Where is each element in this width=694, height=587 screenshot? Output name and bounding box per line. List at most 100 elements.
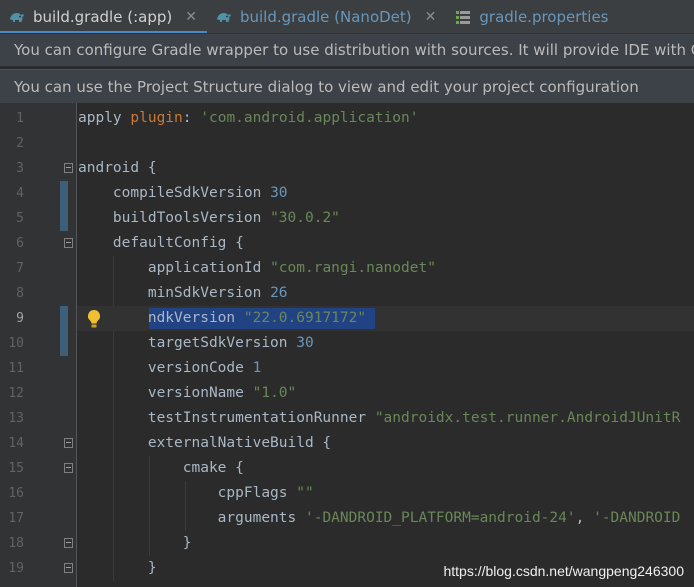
- code-token: compileSdkVersion: [78, 185, 271, 201]
- code-text[interactable]: buildToolsVersion "30.0.2": [78, 206, 340, 231]
- code-token: ,: [575, 510, 594, 526]
- code-line[interactable]: 16 cppFlags "": [0, 481, 694, 506]
- code-token: cmake {: [78, 460, 244, 476]
- code-token: apply: [78, 110, 131, 126]
- line-number: 2: [16, 136, 24, 151]
- line-number: 10: [8, 336, 24, 351]
- line-number: 5: [16, 211, 24, 226]
- tab-label: build.gradle (:app): [33, 7, 173, 26]
- code-token: targetSdkVersion: [78, 335, 297, 351]
- gradle-wrapper-notification: You can configure Gradle wrapper to use …: [0, 34, 694, 67]
- code-token: cppFlags: [78, 485, 297, 501]
- code-text[interactable]: defaultConfig {: [78, 231, 244, 256]
- code-token: externalNativeBuild {: [78, 435, 332, 451]
- code-token: minSdkVersion: [78, 285, 271, 301]
- code-line[interactable]: 1 apply plugin: 'com.android.application': [0, 106, 694, 131]
- code-line[interactable]: 6 defaultConfig {: [0, 231, 694, 256]
- code-token: }: [78, 535, 192, 551]
- code-text[interactable]: externalNativeBuild {: [78, 431, 331, 456]
- line-number: 14: [8, 436, 24, 451]
- tab-label: gradle.properties: [479, 7, 609, 26]
- line-number: 9: [16, 311, 24, 326]
- gradle-elephant-icon: [216, 12, 231, 22]
- code-text[interactable]: testInstrumentationRunner "androidx.test…: [78, 406, 681, 431]
- code-line[interactable]: 9 ndkVersion "22.0.6917172": [0, 306, 694, 331]
- code-text[interactable]: apply plugin: 'com.android.application': [78, 106, 419, 131]
- code-line[interactable]: 13 testInstrumentationRunner "androidx.t…: [0, 406, 694, 431]
- notification-text: You can configure Gradle wrapper to use …: [14, 41, 694, 59]
- code-text[interactable]: }: [78, 531, 192, 556]
- code-text[interactable]: }: [78, 556, 157, 581]
- tab-gradle-properties[interactable]: gradle.properties: [446, 0, 618, 33]
- code-token: "30.0.2": [270, 210, 340, 226]
- properties-file-icon: [456, 10, 471, 24]
- code-line[interactable]: 7 applicationId "com.rangi.nanodet": [0, 256, 694, 281]
- code-text[interactable]: arguments '-DANDROID_PLATFORM=android-24…: [78, 506, 681, 531]
- code-token: versionCode: [78, 360, 253, 376]
- fold-marker-icon[interactable]: [64, 163, 73, 173]
- fold-marker-icon[interactable]: [64, 463, 73, 473]
- code-text[interactable]: versionName "1.0": [78, 381, 296, 406]
- code-text[interactable]: ndkVersion "22.0.6917172": [78, 306, 366, 331]
- code-text[interactable]: minSdkVersion 26: [78, 281, 288, 306]
- code-token: 1: [252, 360, 262, 376]
- code-line[interactable]: 15 cmake {: [0, 456, 694, 481]
- code-line[interactable]: 17 arguments '-DANDROID_PLATFORM=android…: [0, 506, 694, 531]
- code-token: 30: [270, 185, 288, 201]
- line-number: 7: [16, 261, 24, 276]
- line-number: 6: [16, 236, 24, 251]
- code-token: "": [296, 485, 314, 501]
- code-line[interactable]: 5 buildToolsVersion "30.0.2": [0, 206, 694, 231]
- code-text[interactable]: compileSdkVersion 30: [78, 181, 288, 206]
- code-token: plugin: [130, 110, 183, 126]
- code-line[interactable]: 18 }: [0, 531, 694, 556]
- fold-marker-icon[interactable]: [64, 538, 73, 548]
- code-token: "com.rangi.nanodet": [270, 260, 436, 276]
- code-token: 'com.android.application': [200, 110, 419, 126]
- code-token: }: [78, 560, 157, 576]
- line-number: 4: [16, 186, 24, 201]
- line-number: 11: [8, 361, 24, 376]
- close-icon[interactable]: ✕: [185, 9, 197, 25]
- line-number: 1: [16, 111, 24, 126]
- gradle-elephant-icon: [10, 12, 24, 22]
- code-text[interactable]: versionCode 1: [78, 356, 262, 381]
- code-text[interactable]: targetSdkVersion 30: [78, 331, 314, 356]
- code-token: android {: [78, 160, 157, 176]
- code-line[interactable]: 14 externalNativeBuild {: [0, 431, 694, 456]
- code-line[interactable]: 3 android {: [0, 156, 694, 181]
- fold-marker-icon[interactable]: [64, 238, 73, 248]
- editor-tab-bar: build.gradle (:app) ✕ build.gradle (Nano…: [0, 0, 694, 34]
- code-editor[interactable]: 1 apply plugin: 'com.android.application'…: [0, 103, 694, 587]
- fold-marker-icon[interactable]: [64, 438, 73, 448]
- code-token: 26: [270, 285, 288, 301]
- code-text[interactable]: cppFlags "": [78, 481, 314, 506]
- code-line[interactable]: 4 compileSdkVersion 30: [0, 181, 694, 206]
- code-line[interactable]: 2: [0, 131, 694, 156]
- tab-build-gradle-nanodet[interactable]: build.gradle (NanoDet) ✕: [207, 0, 446, 33]
- code-text[interactable]: android {: [78, 156, 157, 181]
- code-line[interactable]: 12 versionName "1.0": [0, 381, 694, 406]
- code-line[interactable]: 11 versionCode 1: [0, 356, 694, 381]
- line-number: 18: [8, 536, 24, 551]
- code-token: "androidx.test.runner.AndroidJUnitR: [374, 410, 681, 426]
- watermark-text: https://blog.csdn.net/wangpeng246300: [443, 563, 684, 579]
- line-number: 3: [16, 161, 24, 176]
- code-token: "22.0.6917172": [243, 310, 367, 326]
- code-text[interactable]: cmake {: [78, 456, 244, 481]
- close-icon[interactable]: ✕: [425, 9, 437, 25]
- code-token: defaultConfig {: [78, 235, 244, 251]
- line-number: 12: [8, 386, 24, 401]
- code-token: buildToolsVersion: [78, 210, 271, 226]
- fold-marker-icon[interactable]: [64, 563, 73, 573]
- line-number: 8: [16, 286, 24, 301]
- code-text[interactable]: applicationId "com.rangi.nanodet": [78, 256, 436, 281]
- line-number: 17: [8, 511, 24, 526]
- line-number: 16: [8, 486, 24, 501]
- code-line[interactable]: 10 targetSdkVersion 30: [0, 331, 694, 356]
- tab-build-gradle-app[interactable]: build.gradle (:app) ✕: [0, 0, 207, 33]
- tab-label: build.gradle (NanoDet): [239, 7, 412, 26]
- line-number: 15: [8, 461, 24, 476]
- code-line[interactable]: 8 minSdkVersion 26: [0, 281, 694, 306]
- code-token: 30: [296, 335, 314, 351]
